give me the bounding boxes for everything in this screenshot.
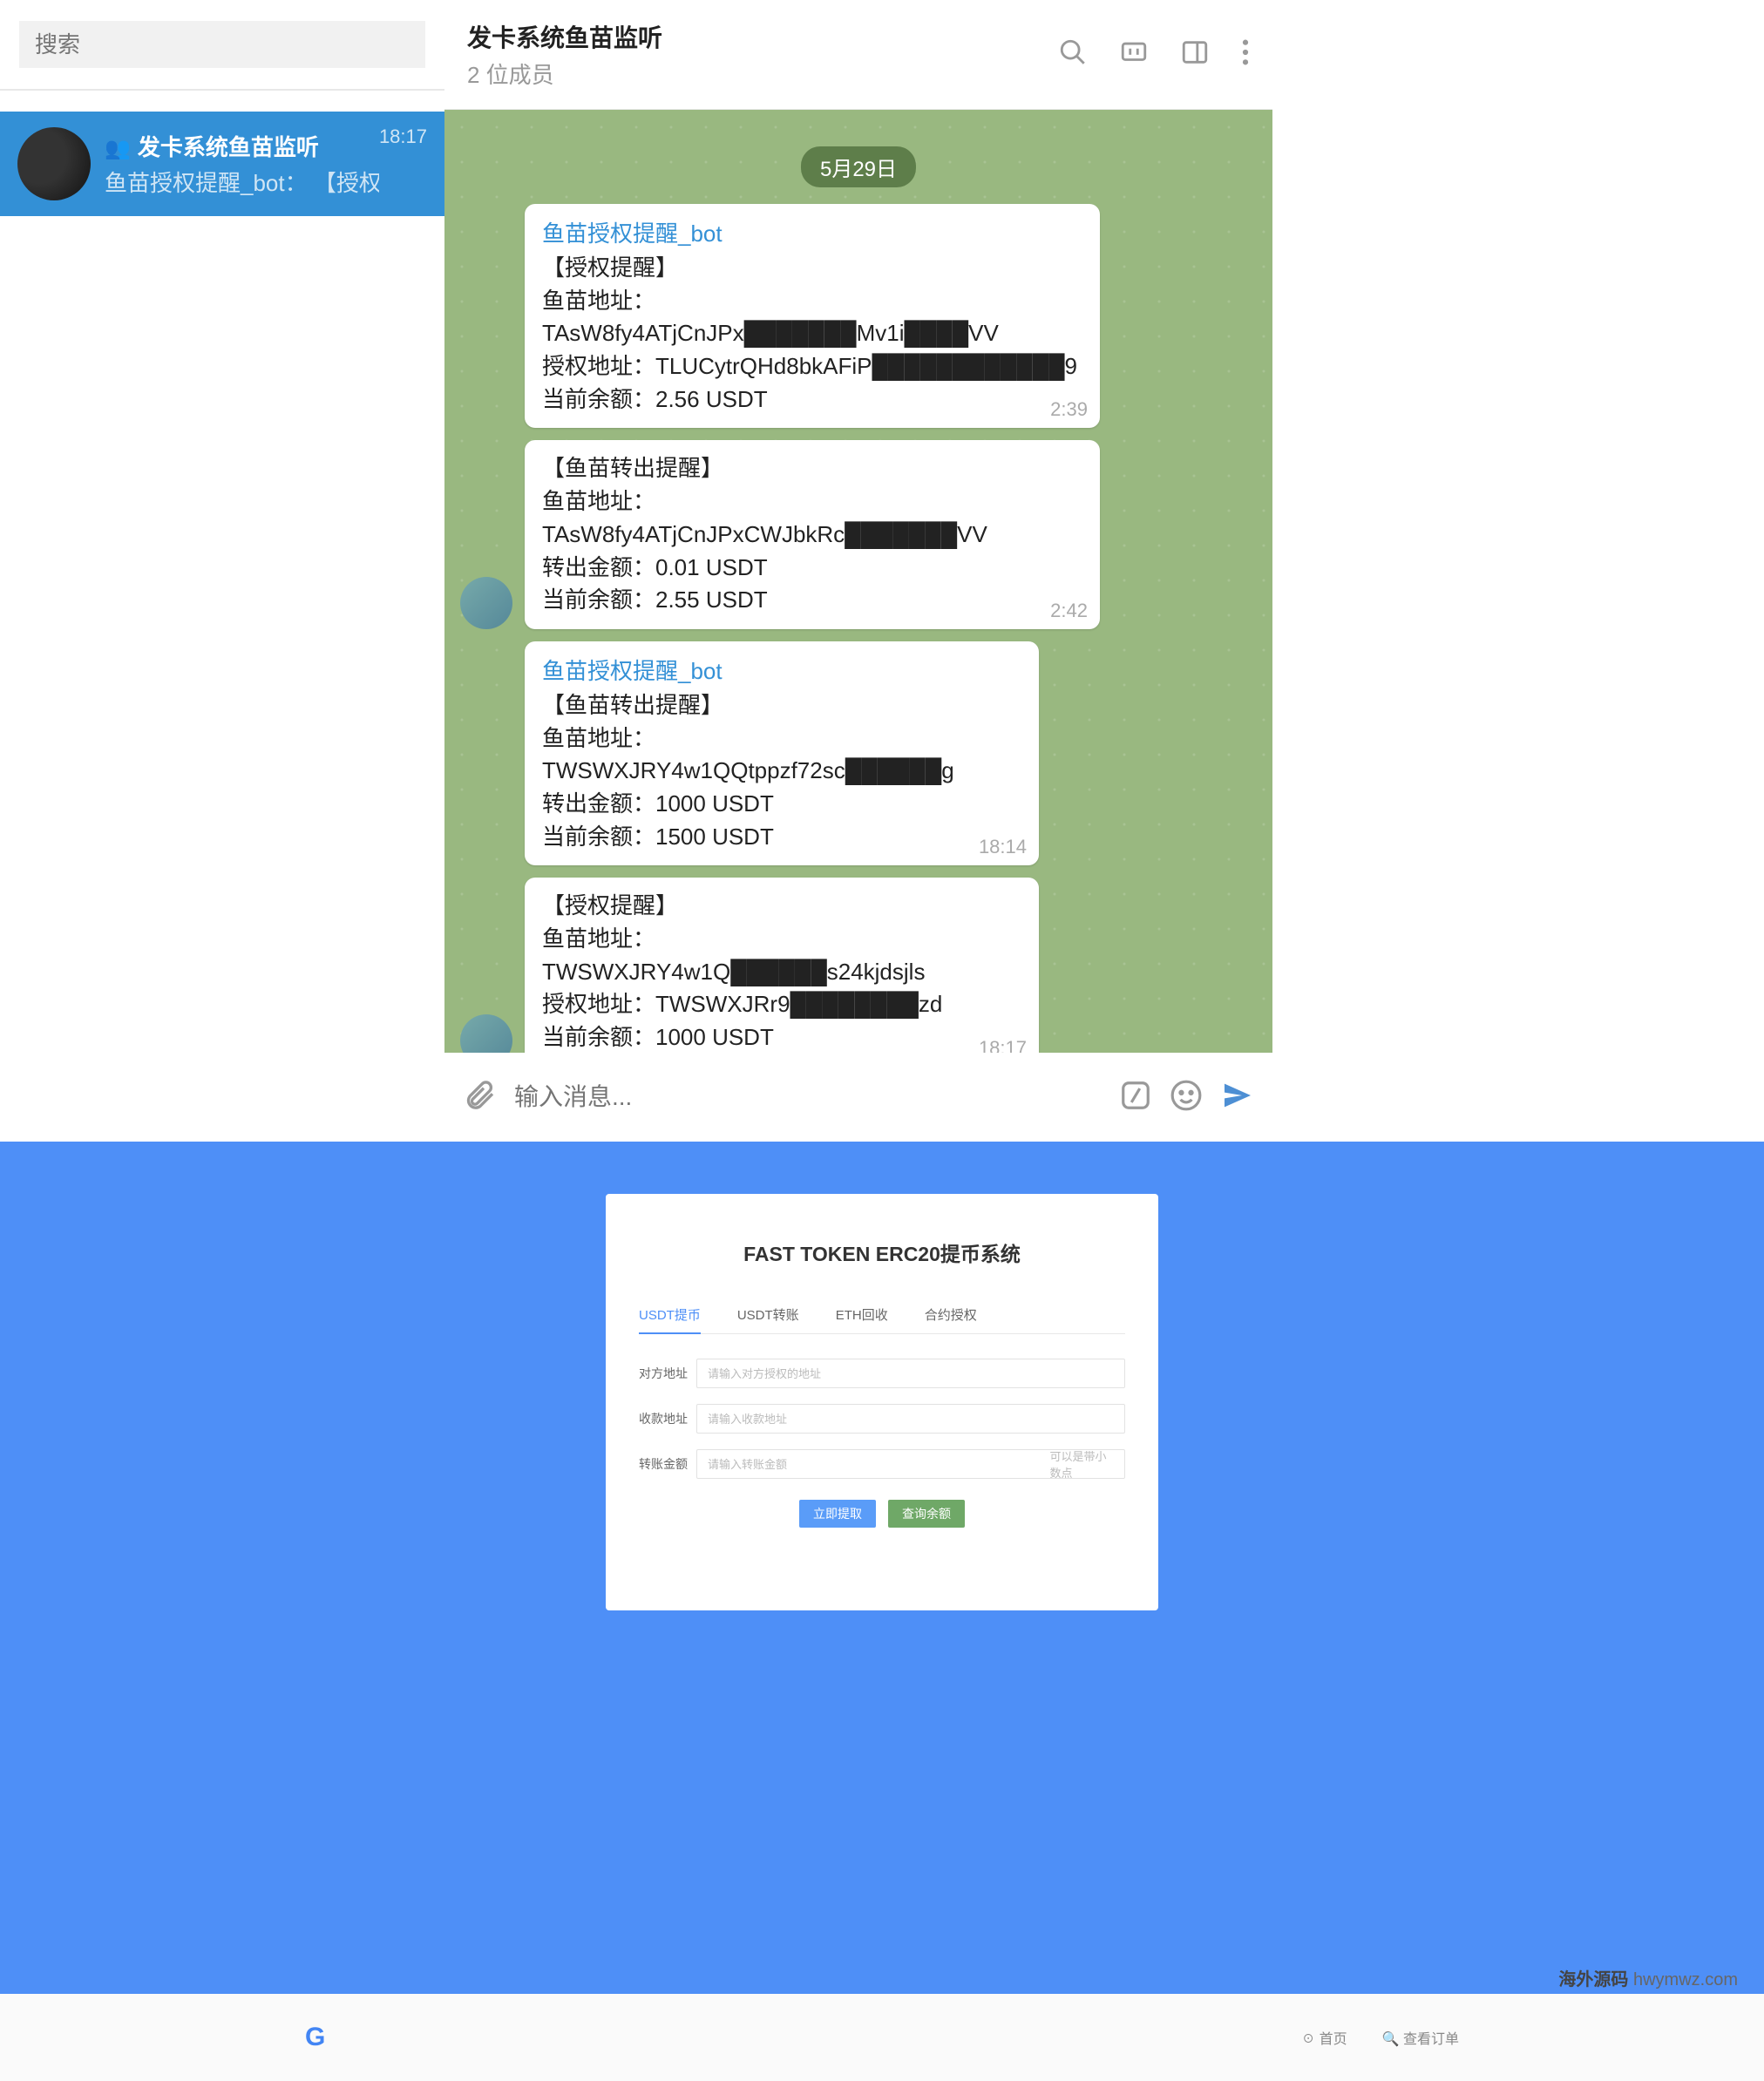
- form-section: FAST TOKEN ERC20提币系统 USDT提币 USDT转账 ETH回收 合约…: [0, 1142, 1764, 1994]
- message-line: 【授权提醒】: [542, 890, 1021, 923]
- bot-name: 鱼苗授权提醒_bot: [542, 654, 1021, 686]
- message-line: 授权地址：TLUCytrQHd8bkAFiP████████████9: [542, 350, 1082, 383]
- chat-sidebar: 👥 发卡系统鱼苗监听 鱼苗授权提醒_bot： 【授权提... 18:17: [0, 0, 444, 216]
- form-input[interactable]: [708, 1367, 1114, 1380]
- group-icon: 👥: [105, 136, 131, 161]
- avatar: [460, 577, 512, 629]
- chat-header-subtitle: 2 位成员: [467, 58, 1058, 90]
- comment-icon[interactable]: [1119, 37, 1149, 71]
- message-line: 鱼苗地址：TWSWXJRY4w1QQtppzf72sc██████g: [542, 722, 1021, 788]
- message-bubble: 【授权提醒】鱼苗地址：TWSWXJRY4w1Q██████s24kjdsjls授…: [525, 878, 1039, 1053]
- message-line: 鱼苗地址：TWSWXJRY4w1Q██████s24kjdsjls: [542, 923, 1021, 988]
- form-label: 对方地址: [639, 1365, 696, 1382]
- search-input[interactable]: [19, 21, 425, 68]
- bot-name: 鱼苗授权提醒_bot: [542, 216, 1082, 248]
- more-icon[interactable]: [1241, 37, 1250, 71]
- message-time: 2:42: [1050, 600, 1088, 622]
- input-area: [444, 1053, 1272, 1142]
- message-line: 【鱼苗转出提醒】: [542, 689, 1021, 722]
- message-time: 18:14: [979, 836, 1027, 858]
- google-logo: G: [305, 2023, 325, 2052]
- form-label: 收款地址: [639, 1410, 696, 1427]
- orders-link[interactable]: 🔍 查看订单: [1382, 2027, 1459, 2048]
- message-line: 转出金额：0.01 USDT: [542, 552, 1082, 585]
- message-line: 鱼苗地址：TAsW8fy4ATjCnJPx███████Mv1i████VV: [542, 285, 1082, 350]
- message-line: 【授权提醒】: [542, 252, 1082, 285]
- form-title: FAST TOKEN ERC20提币系统: [639, 1237, 1125, 1267]
- attach-icon[interactable]: [462, 1078, 497, 1117]
- message-line: 当前余额：1000 USDT: [542, 1021, 1021, 1053]
- submit-button[interactable]: 立即提取: [799, 1500, 876, 1528]
- form-tab[interactable]: ETH回收: [836, 1305, 888, 1333]
- form-tab[interactable]: USDT提币: [639, 1305, 701, 1334]
- send-icon[interactable]: [1220, 1078, 1255, 1117]
- form-row: 转账金额 可以是带小数点: [639, 1449, 1125, 1479]
- home-link[interactable]: ☉ 首页: [1301, 2027, 1347, 2048]
- form-tab[interactable]: USDT转账: [737, 1305, 799, 1333]
- message-line: 鱼苗地址：TAsW8fy4ATjCnJPxCWJbkRc███████VV: [542, 485, 1082, 551]
- message-bubble: 鱼苗授权提醒_bot【鱼苗转出提醒】鱼苗地址：TWSWXJRY4w1QQtppz…: [525, 641, 1039, 865]
- chat-list-item[interactable]: 👥 发卡系统鱼苗监听 鱼苗授权提醒_bot： 【授权提... 18:17: [0, 112, 444, 216]
- watermark: 海外源码 hwymwz.com: [1558, 1965, 1738, 1990]
- avatar: [17, 127, 91, 200]
- message-bubble: 【鱼苗转出提醒】鱼苗地址：TAsW8fy4ATjCnJPxCWJbkRc████…: [525, 440, 1100, 628]
- message-time: 18:17: [979, 1037, 1027, 1053]
- message-line: 转出金额：1000 USDT: [542, 788, 1021, 821]
- emoji-icon[interactable]: [1170, 1079, 1203, 1116]
- bottom-bar: G ☉ 首页 🔍 查看订单: [0, 1994, 1764, 2081]
- withdraw-form: FAST TOKEN ERC20提币系统 USDT提币 USDT转账 ETH回收 合约…: [606, 1194, 1158, 1610]
- message-line: 当前余额：1500 USDT: [542, 821, 1021, 854]
- form-label: 转账金额: [639, 1455, 696, 1473]
- chat-title: 发卡系统鱼苗监听: [138, 134, 319, 160]
- message-time: 2:39: [1050, 398, 1088, 421]
- form-tab[interactable]: 合约授权: [925, 1305, 977, 1333]
- form-row: 收款地址: [639, 1404, 1125, 1434]
- chat-header: 发卡系统鱼苗监听 2 位成员: [444, 0, 1272, 110]
- search-icon[interactable]: [1058, 37, 1088, 71]
- chat-body: 5月29日 鱼苗授权提醒_bot【授权提醒】鱼苗地址：TAsW8fy4ATjCn…: [444, 110, 1272, 1053]
- form-tabs: USDT提币 USDT转账 ETH回收 合约授权: [639, 1305, 1125, 1334]
- form-input[interactable]: [708, 1458, 1035, 1471]
- message-bubble: 鱼苗授权提醒_bot 【授权提醒】鱼苗地址：TAsW8fy4ATjCnJPx███…: [525, 204, 1100, 428]
- chat-header-title: 发卡系统鱼苗监听: [467, 19, 1058, 54]
- form-row: 对方地址: [639, 1359, 1125, 1388]
- command-icon[interactable]: [1119, 1079, 1152, 1116]
- balance-button[interactable]: 查询余额: [888, 1500, 965, 1528]
- message-line: 当前余额：2.56 USDT: [542, 383, 1082, 417]
- form-hint: 可以是带小数点: [1049, 1447, 1114, 1481]
- telegram-app: 👥 发卡系统鱼苗监听 鱼苗授权提醒_bot： 【授权提... 18:17 发卡系统…: [0, 0, 1764, 1142]
- message-line: 【鱼苗转出提醒】: [542, 452, 1082, 485]
- chat-main: 发卡系统鱼苗监听 2 位成员 5月29日 鱼苗授权提醒_bot【授权提醒】鱼苗地…: [444, 0, 1272, 1142]
- chat-time: 18:17: [379, 125, 427, 148]
- message-input[interactable]: [514, 1083, 1102, 1111]
- date-badge: 5月29日: [801, 146, 916, 187]
- form-input[interactable]: [708, 1413, 1114, 1426]
- message-line: 授权地址：TWSWXJRr9████████zd: [542, 988, 1021, 1021]
- panel-icon[interactable]: [1180, 37, 1210, 71]
- message-line: 当前余额：2.55 USDT: [542, 584, 1082, 617]
- chat-preview: 鱼苗授权提醒_bot： 【授权提...: [105, 166, 379, 198]
